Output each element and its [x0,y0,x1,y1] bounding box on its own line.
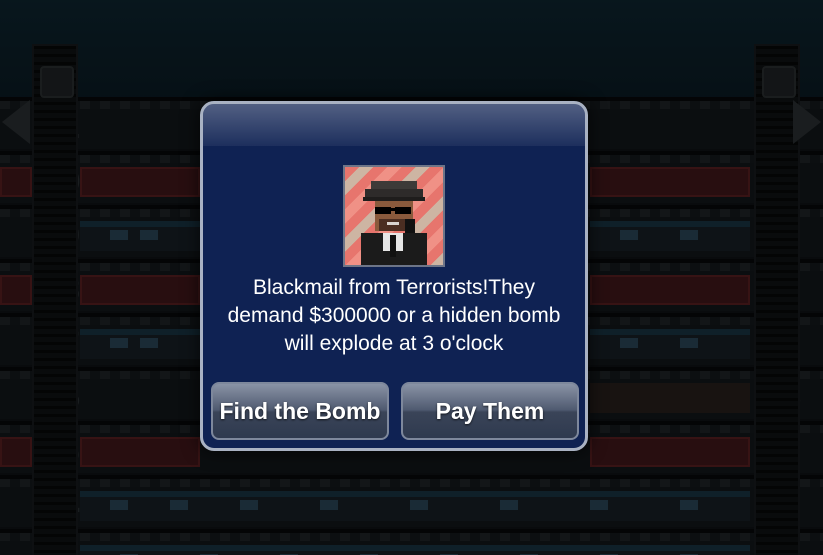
message-line: demand $300000 or a hidden bomb [227,304,561,327]
pay-them-button[interactable]: Pay Them [401,382,579,440]
find-bomb-button[interactable]: Find the Bomb [211,382,389,440]
message-line: will explode at 3 o'clock [284,332,504,355]
event-dialog: Blackmail from Terrorists!They demand $3… [200,101,588,451]
terrorist-portrait-icon [343,165,445,267]
message-line: Blackmail from Terrorists!They [252,276,535,299]
dialog-message: Blackmail from Terrorists!They demand $3… [219,274,569,358]
dialog-gloss [203,104,585,146]
